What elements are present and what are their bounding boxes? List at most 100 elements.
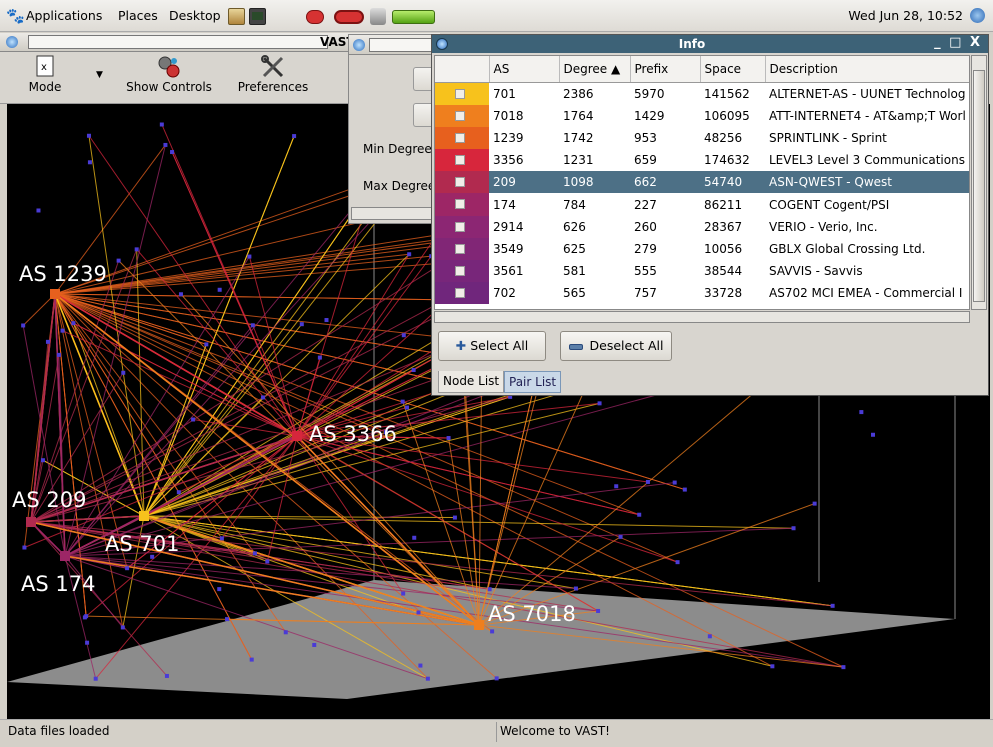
select-all-button[interactable]: ✚ Select All [438, 331, 546, 361]
checkbox-icon[interactable] [455, 177, 465, 188]
graph-node[interactable] [45, 339, 50, 344]
checkbox-icon[interactable] [455, 155, 465, 166]
graph-hub-node[interactable] [26, 517, 36, 527]
graph-node[interactable] [176, 490, 181, 495]
graph-hub-node[interactable] [292, 431, 302, 441]
graph-node[interactable] [56, 352, 61, 357]
graph-node[interactable] [60, 328, 65, 333]
graph-node[interactable] [159, 122, 164, 127]
table-row[interactable]: 209 1098 662 54740 ASN-QWEST - Qwest [435, 171, 969, 194]
graph-node[interactable] [411, 368, 416, 373]
graph-node[interactable] [86, 133, 91, 138]
graph-node[interactable] [494, 676, 499, 681]
graph-node[interactable] [21, 323, 26, 328]
show-controls-button[interactable]: Show Controls [120, 54, 218, 94]
graph-node[interactable] [672, 480, 677, 485]
graph-node[interactable] [22, 545, 27, 550]
graph-node[interactable] [178, 292, 183, 297]
horizontal-scrollbar[interactable] [434, 311, 970, 323]
table-row[interactable]: 3561 581 555 38544 SAVVIS - Savvis [435, 260, 969, 283]
graph-node[interactable] [452, 515, 457, 520]
column-header-as[interactable]: AS [489, 56, 560, 83]
window-menu-icon[interactable] [6, 36, 18, 48]
graph-node[interactable] [446, 436, 451, 441]
graph-node[interactable] [812, 501, 817, 506]
app-launcher-icon[interactable] [306, 10, 324, 24]
mode-button[interactable]: x Mode [22, 54, 68, 94]
row-color-swatch[interactable] [435, 149, 489, 172]
graph-node[interactable] [120, 625, 125, 630]
graph-node[interactable] [134, 247, 139, 252]
row-color-swatch[interactable] [435, 215, 489, 238]
checkbox-icon[interactable] [455, 221, 465, 232]
graph-hub-node[interactable] [60, 551, 70, 561]
graph-node[interactable] [163, 142, 168, 147]
table-row[interactable]: 2914 626 260 28367 VERIO - Verio, Inc. [435, 215, 969, 238]
graph-node[interactable] [170, 150, 175, 155]
graph-node[interactable] [191, 417, 196, 422]
graph-node[interactable] [418, 663, 423, 668]
chevron-down-icon[interactable]: ▼ [96, 70, 103, 80]
graph-node[interactable] [204, 342, 209, 347]
table-row[interactable]: 702 565 757 33728 AS702 MCI EMEA - Commercia… [435, 282, 969, 305]
graph-node[interactable] [871, 432, 876, 437]
table-row[interactable]: 701 2386 5970 141562 ALTERNET-AS - UUNET Tec… [435, 82, 969, 105]
graph-node[interactable] [770, 664, 775, 669]
tab-node-list[interactable]: Node List [438, 371, 505, 393]
graph-node[interactable] [682, 487, 687, 492]
graph-node[interactable] [830, 603, 835, 608]
graph-hub-node[interactable] [50, 289, 60, 299]
column-header-description[interactable]: Description [765, 56, 969, 83]
graph-node[interactable] [859, 410, 864, 415]
row-color-swatch[interactable] [435, 126, 489, 150]
graph-node[interactable] [675, 560, 680, 565]
notes-launcher-icon[interactable] [228, 8, 245, 25]
graph-node[interactable] [116, 258, 121, 263]
row-color-swatch[interactable] [435, 260, 489, 283]
color-column-header[interactable] [435, 56, 490, 83]
graph-node[interactable] [487, 587, 492, 592]
graph-node[interactable] [247, 254, 252, 259]
graph-node[interactable] [791, 526, 796, 531]
graph-node[interactable] [637, 512, 642, 517]
graph-node[interactable] [121, 370, 126, 375]
tab-pair-list[interactable]: Pair List [504, 371, 562, 393]
table-row[interactable]: 1239 1742 953 48256 SPRINTLINK - Sprint [435, 126, 969, 150]
preferences-button[interactable]: Preferences [232, 54, 314, 94]
row-color-swatch[interactable] [435, 82, 489, 105]
checkbox-icon[interactable] [455, 88, 465, 99]
graph-node[interactable] [645, 479, 650, 484]
window-menu-icon[interactable] [353, 39, 365, 51]
checkbox-icon[interactable] [455, 110, 465, 121]
graph-node[interactable] [265, 559, 270, 564]
table-row[interactable]: 3549 625 279 10056 GBLX Global Crossing Ltd. [435, 237, 969, 260]
app-launcher-icon[interactable] [334, 10, 364, 24]
checkbox-icon[interactable] [455, 199, 465, 210]
graph-node[interactable] [573, 586, 578, 591]
graph-node[interactable] [252, 551, 257, 556]
graph-node[interactable] [87, 160, 92, 165]
menu-applications[interactable]: Applications [26, 8, 102, 23]
row-color-swatch[interactable] [435, 282, 489, 305]
graph-node[interactable] [283, 630, 288, 635]
graph-hub-node[interactable] [139, 511, 149, 521]
graph-node[interactable] [597, 401, 602, 406]
row-color-swatch[interactable] [435, 193, 489, 216]
clock[interactable]: Wed Jun 28, 10:52 [848, 8, 963, 23]
graph-node[interactable] [249, 657, 254, 662]
row-color-swatch[interactable] [435, 237, 489, 260]
table-row[interactable]: 3356 1231 659 174632 LEVEL3 Level 3 Communic… [435, 149, 969, 172]
graph-node[interactable] [490, 629, 495, 634]
graph-node[interactable] [312, 642, 317, 647]
graph-node[interactable] [596, 608, 601, 613]
graph-hub-node[interactable] [474, 620, 484, 630]
graph-node[interactable] [217, 587, 222, 592]
graph-node[interactable] [164, 673, 169, 678]
graph-node[interactable] [412, 535, 417, 540]
graph-node[interactable] [324, 318, 329, 323]
row-color-swatch[interactable] [435, 171, 489, 194]
column-header-space[interactable]: Space [700, 56, 766, 83]
graph-node[interactable] [614, 484, 619, 489]
graph-node[interactable] [407, 252, 412, 257]
table-row[interactable]: 7018 1764 1429 106095 ATT-INTERNET4 - AT&amp… [435, 104, 969, 127]
